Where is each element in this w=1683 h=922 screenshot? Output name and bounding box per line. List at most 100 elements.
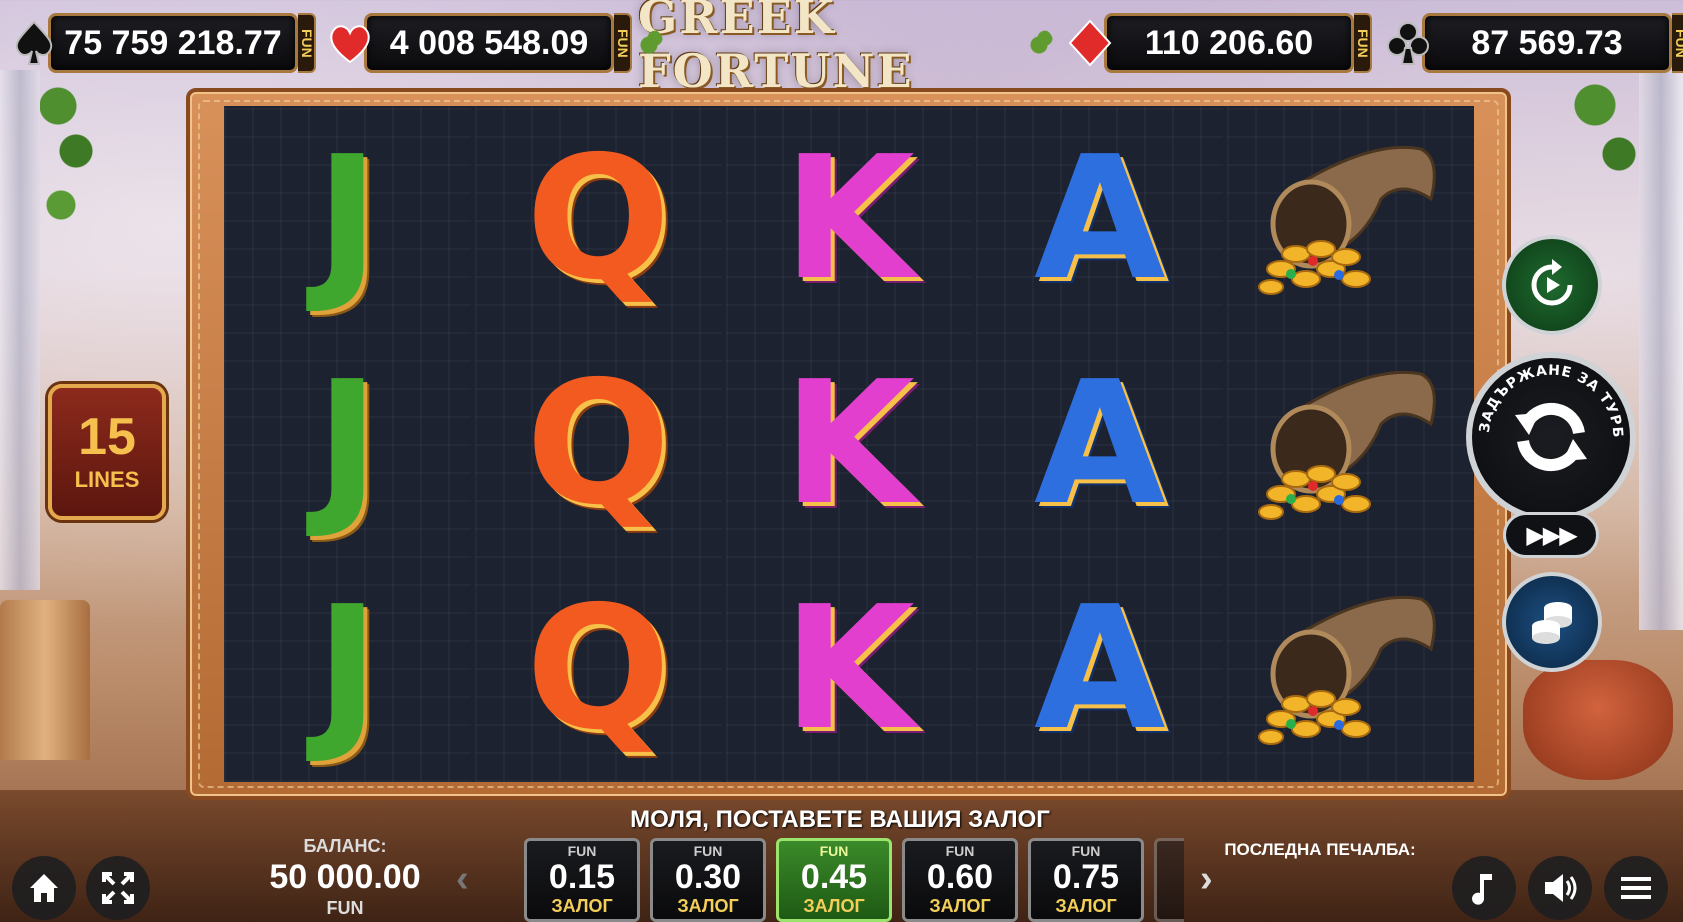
symbol-a: A (1034, 344, 1166, 543)
symbol-q: Q (525, 119, 671, 318)
reel-cell (1227, 106, 1474, 331)
paylines-count: 15 (78, 408, 136, 466)
bet-value: 0.60 (926, 857, 994, 896)
broken-pillar (0, 600, 90, 760)
waterfall-left (0, 70, 40, 590)
jackpot-value: 87 569.73 (1422, 13, 1672, 73)
symbol-j: J (315, 119, 380, 318)
sound-button[interactable] (1528, 856, 1592, 920)
hamburger-menu-icon (1621, 877, 1651, 899)
amphora-vase (1523, 660, 1673, 780)
jackpot-fun-tag: FUN (614, 13, 632, 73)
reel-cell: K (726, 331, 973, 556)
bet-currency: FUN (945, 842, 975, 859)
bet-value: 0.45 (800, 857, 868, 896)
reel-cell (1227, 331, 1474, 556)
bet-option[interactable]: FUN 0.60 ЗАЛОГ (902, 838, 1018, 922)
reel-cell: Q (475, 556, 722, 781)
reel-cell: A (976, 556, 1223, 781)
jackpot-value: 110 206.60 (1104, 13, 1354, 73)
reel-1: JJJ (224, 106, 471, 782)
cornucopia-symbol (1257, 145, 1436, 295)
bet-label: ЗАЛОГ (803, 896, 865, 917)
reel-5 (1227, 106, 1474, 782)
bet-currency: FUN (693, 842, 723, 859)
home-icon (30, 874, 58, 902)
symbol-a: A (1034, 119, 1166, 318)
bet-prompt: МОЛЯ, ПОСТАВЕТЕ ВАШИЯ ЗАЛОГ (630, 806, 1050, 833)
music-note-icon (1472, 874, 1492, 905)
cornucopia-symbol (1257, 370, 1436, 520)
reel-4: AAA (976, 106, 1224, 782)
vine-left (40, 70, 100, 250)
reel-2: QQQ (474, 106, 722, 782)
paylines-badge: 15 LINES (48, 384, 166, 520)
bet-currency: FUN (819, 842, 849, 859)
diamond-icon (1062, 15, 1118, 71)
balance-currency: FUN (326, 898, 364, 918)
symbol-q: Q (525, 344, 671, 543)
bet-settings-button[interactable] (1502, 572, 1602, 672)
jackpot-fun-tag: FUN (1672, 13, 1683, 73)
bet-option[interactable]: 0З (1154, 838, 1184, 922)
autoplay-icon (1531, 259, 1573, 306)
bets-prev-arrow[interactable]: ‹ (456, 858, 469, 901)
reel-cell: Q (475, 106, 722, 331)
bet-option[interactable]: FUN 0.45 ЗАЛОГ (776, 838, 892, 922)
bets-next-arrow[interactable]: › (1200, 858, 1213, 901)
autoplay-button[interactable] (1502, 235, 1602, 335)
reel-cell (1227, 556, 1474, 781)
jackpot-value: 75 759 218.77 (48, 13, 298, 73)
music-button[interactable] (1452, 856, 1516, 920)
jackpot-fun-tag: FUN (298, 13, 316, 73)
bet-label: ЗАЛОГ (1055, 896, 1117, 917)
heart-icon (322, 15, 378, 71)
symbol-k: K (783, 119, 915, 318)
club-icon (1380, 15, 1436, 71)
symbol-j: J (315, 344, 380, 543)
menu-button[interactable] (1604, 856, 1668, 920)
jackpot-value: 4 008 548.09 (364, 13, 614, 73)
symbol-q: Q (525, 569, 671, 768)
bet-value: 0.30 (674, 857, 742, 896)
symbol-k: K (783, 344, 915, 543)
spin-hint-text: ЗАДЪРЖАНЕ ЗА ТУРБО ЗАВЪРТАНЕ (1472, 358, 1625, 439)
spin-button[interactable]: ЗАДЪРЖАНЕ ЗА ТУРБО ЗАВЪРТАНЕ (1466, 352, 1636, 522)
turbo-button[interactable]: ▶▶▶ (1503, 512, 1599, 558)
reel-cell: A (976, 106, 1223, 331)
svg-text:ЗАДЪРЖАНЕ ЗА ТУРБО ЗАВЪРТАНЕ: ЗАДЪРЖАНЕ ЗА ТУРБО ЗАВЪРТАНЕ (1472, 358, 1625, 439)
jackpot-club: 87 569.73 FUN (1380, 10, 1683, 76)
reel-cell: K (726, 106, 973, 331)
jackpot-diamond: 110 206.60 FUN (1062, 10, 1372, 76)
reel-cell: Q (475, 331, 722, 556)
bet-value: 0.75 (1052, 857, 1120, 896)
bet-label: ЗАЛОГ (551, 896, 613, 917)
reel-cell: K (726, 556, 973, 781)
symbol-j: J (315, 569, 380, 768)
paylines-label: LINES (74, 467, 140, 492)
fullscreen-button[interactable] (86, 856, 150, 920)
spade-icon (6, 15, 62, 71)
bet-option[interactable]: FUN 0.15 ЗАЛОГ (524, 838, 640, 922)
bet-label: ЗАЛОГ (929, 896, 991, 917)
home-button[interactable] (12, 856, 76, 920)
reels-grid: JJJQQQKKKAAA (224, 106, 1474, 782)
reel-cell: J (224, 331, 471, 556)
bet-option[interactable]: FUN 0.75 ЗАЛОГ (1028, 838, 1144, 922)
balance-value: 50 000.00 (269, 858, 421, 896)
fullscreen-icon (102, 872, 134, 904)
bet-option[interactable]: FUN 0.30 ЗАЛОГ (650, 838, 766, 922)
bet-value: 0.15 (548, 857, 616, 896)
symbol-a: A (1034, 569, 1166, 768)
reel-cell: J (224, 106, 471, 331)
bet-selector: FUN 0.15 ЗАЛОГ FUN 0.30 ЗАЛОГ FUN 0.45 ЗАЛОГ FUN 0… (524, 838, 1184, 922)
reel-cell: A (976, 331, 1223, 556)
reel-cell: J (224, 556, 471, 781)
symbol-k: K (783, 569, 915, 768)
balance-label: БАЛАНС: (303, 836, 387, 856)
last-win-label: ПОСЛЕДНА ПЕЧАЛБА: (1224, 840, 1416, 859)
speaker-icon (1545, 874, 1577, 902)
waterfall-right (1639, 70, 1683, 630)
jackpot-fun-tag: FUN (1354, 13, 1372, 73)
vine-right (1563, 70, 1643, 210)
